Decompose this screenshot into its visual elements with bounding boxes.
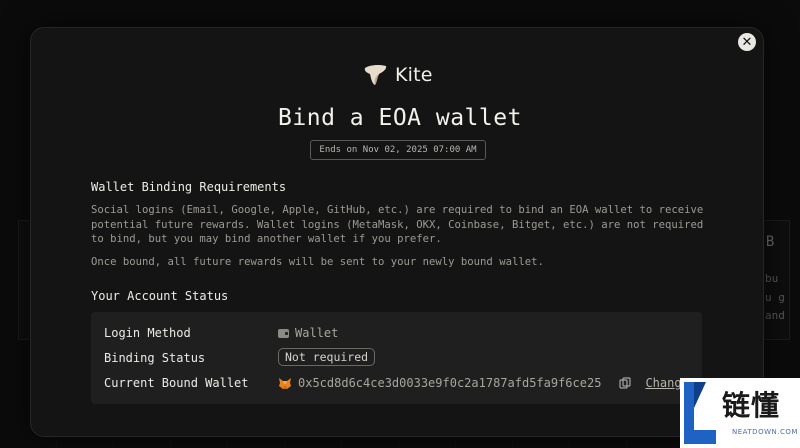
copy-icon[interactable]	[619, 377, 632, 389]
metamask-fox-icon	[279, 377, 291, 389]
account-status-heading: Your Account Status	[91, 289, 229, 303]
background-peek-line: and	[765, 309, 785, 322]
wallet-address: 0x5cd8d6c4ce3d0033e9f0c2a1787afd5fa9f6ce…	[298, 376, 602, 390]
watermark-text: 链懂	[722, 389, 781, 422]
watermark-subtext: NEATDOWN.COM	[732, 428, 798, 436]
modal-title: Bind a EOA wallet	[278, 105, 522, 131]
background-peek-line: u g	[765, 291, 785, 304]
close-button[interactable]: ✕	[738, 33, 756, 51]
login-method-value: Wallet	[278, 326, 338, 340]
brand-logo: Kite	[363, 62, 433, 88]
login-method-text: Wallet	[295, 326, 339, 340]
requirements-paragraph: Social logins (Email, Google, Apple, Git…	[91, 204, 704, 245]
login-method-label: Login Method	[104, 326, 191, 340]
background-peek-line: bu	[765, 272, 779, 285]
kite-logo-icon	[364, 64, 387, 85]
current-wallet-value: 0x5cd8d6c4ce3d0033e9f0c2a1787afd5fa9f6ce…	[278, 376, 689, 390]
requirements-note: Once bound, all future rewards will be s…	[91, 256, 544, 268]
wallet-icon	[278, 328, 289, 338]
requirements-heading: Wallet Binding Requirements	[91, 180, 287, 194]
current-wallet-label: Current Bound Wallet	[104, 376, 249, 390]
close-icon: ✕	[741, 34, 753, 50]
site-watermark: 链懂 NEATDOWN.COM	[680, 378, 800, 448]
binding-status-value: Not required	[278, 348, 376, 366]
ends-date-badge: Ends on Nov 02, 2025 07:00 AM	[310, 140, 486, 160]
binding-status-label: Binding Status	[104, 351, 206, 365]
watermark-logo-icon	[684, 382, 716, 444]
binding-status-badge: Not required	[278, 348, 376, 366]
brand-name: Kite	[395, 64, 433, 86]
